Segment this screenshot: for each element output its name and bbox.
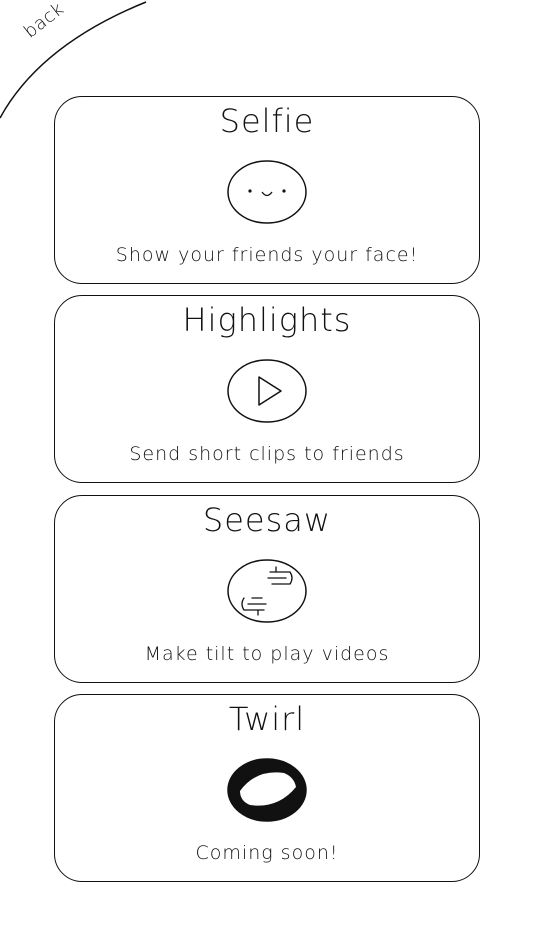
card-title: Seesaw <box>202 501 332 539</box>
hands-frame-icon <box>226 558 308 624</box>
play-icon <box>226 358 308 424</box>
card-title: Highlights <box>182 301 352 339</box>
card-selfie[interactable]: Selfie Show your friends your face! <box>54 96 480 284</box>
card-highlights[interactable]: Highlights Send short clips to friends <box>54 295 480 483</box>
card-description: Send short clips to friends <box>129 443 405 465</box>
card-description: Coming soon! <box>195 842 339 864</box>
smiley-face-icon <box>226 159 308 225</box>
card-description: Make tilt to play videos <box>144 643 390 665</box>
twirl-swirl-icon <box>226 757 308 823</box>
card-title: Twirl <box>228 700 306 738</box>
card-description: Show your friends your face! <box>115 244 419 266</box>
card-title: Selfie <box>219 102 315 140</box>
card-seesaw[interactable]: Seesaw Make tilt to play videos <box>54 495 480 683</box>
card-twirl[interactable]: Twirl Coming soon! <box>54 694 480 882</box>
